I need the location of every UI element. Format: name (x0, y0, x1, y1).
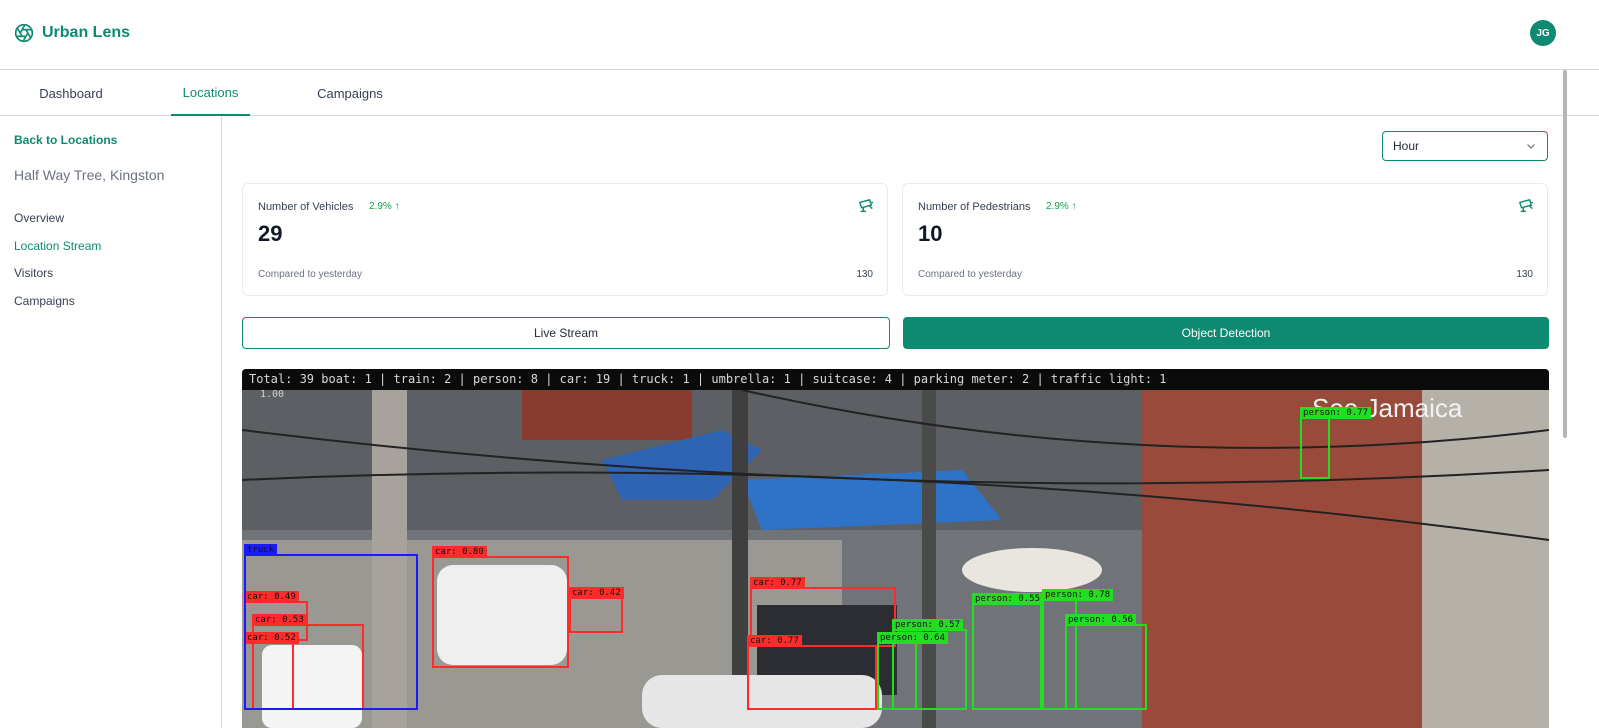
sidebar-item-visitors[interactable]: Visitors (14, 266, 53, 280)
detection-label: person: 0.57 (892, 619, 964, 631)
back-to-locations-link[interactable]: Back to Locations (14, 133, 117, 147)
main-tabs: Dashboard Locations Campaigns (0, 70, 1599, 116)
card-compare-label: Compared to yesterday (918, 269, 1022, 280)
detection-label: person: 0.56 (1065, 614, 1137, 626)
detection-stream-view[interactable]: Total: 39 boat: 1 | train: 2 | person: 8… (242, 369, 1549, 728)
time-range-select[interactable]: Hour (1382, 131, 1548, 161)
brand[interactable]: Urban Lens (14, 23, 130, 43)
card-delta: 2.9% ↑ (369, 201, 400, 212)
time-range-value: Hour (1393, 139, 1420, 153)
sidebar-item-campaigns[interactable]: Campaigns (14, 294, 75, 308)
detection-box: car: 0.77 (747, 635, 877, 710)
card-label: Number of Pedestrians (918, 201, 1031, 213)
detection-box: person: 0.55 (972, 593, 1044, 710)
app-name: Urban Lens (42, 24, 131, 41)
tab-locations[interactable]: Locations (171, 70, 250, 116)
detection-label: person: 0.55 (972, 593, 1044, 605)
chevron-down-icon (1527, 144, 1535, 149)
top-bar: Urban Lens JG (0, 0, 1599, 70)
sidebar: Back to Locations Half Way Tree, Kingsto… (0, 116, 222, 728)
object-detection-button[interactable]: Object Detection (903, 317, 1549, 349)
detection-label: person: 0.78 (1042, 589, 1114, 601)
page-scrollbar[interactable] (1563, 70, 1567, 438)
vehicles-card: Number of Vehicles 2.9% ↑ 29 Compared to… (242, 183, 888, 296)
detection-label: car: 0.77 (747, 635, 802, 647)
user-avatar[interactable]: JG (1530, 20, 1556, 46)
detection-box: person: 0.56 (1065, 614, 1147, 710)
detection-box: person: 0.64 (877, 632, 949, 710)
detection-summary: Total: 39 boat: 1 | train: 2 | person: 8… (242, 369, 1549, 390)
detection-box: person: 0.77 (1300, 407, 1372, 479)
fps-indicator: 1.00 (260, 389, 285, 400)
card-compare-value: 130 (1516, 269, 1533, 280)
detection-label: car: 0.42 (569, 587, 624, 599)
location-title: Half Way Tree, Kingston (14, 167, 165, 183)
sidebar-item-overview[interactable]: Overview (14, 211, 64, 225)
detection-label: person: 0.77 (1300, 407, 1372, 419)
cctv-camera-icon (1519, 199, 1534, 213)
card-label: Number of Vehicles (258, 201, 354, 213)
live-stream-button[interactable]: Live Stream (242, 317, 890, 349)
detection-label: person: 0.64 (877, 632, 949, 644)
detection-box: car: 0.42 (569, 587, 624, 633)
detection-label: truck (244, 544, 278, 556)
sidebar-item-location-stream[interactable]: Location Stream (14, 239, 101, 253)
tab-dashboard[interactable]: Dashboard (30, 70, 112, 116)
card-delta: 2.9% ↑ (1046, 201, 1077, 212)
pedestrians-card: Number of Pedestrians 2.9% ↑ 10 Compared… (902, 183, 1548, 296)
tab-campaigns[interactable]: Campaigns (308, 70, 392, 116)
detection-box: car: 0.80 (432, 546, 569, 668)
card-value: 10 (918, 221, 943, 246)
aperture-logo-icon (14, 23, 34, 43)
card-compare-value: 130 (856, 269, 873, 280)
cctv-camera-icon (859, 199, 874, 213)
detection-box: truck (244, 544, 418, 710)
card-compare-label: Compared to yesterday (258, 269, 362, 280)
detection-label: car: 0.77 (750, 577, 805, 589)
card-value: 29 (258, 221, 283, 246)
detection-label: car: 0.80 (432, 546, 487, 558)
